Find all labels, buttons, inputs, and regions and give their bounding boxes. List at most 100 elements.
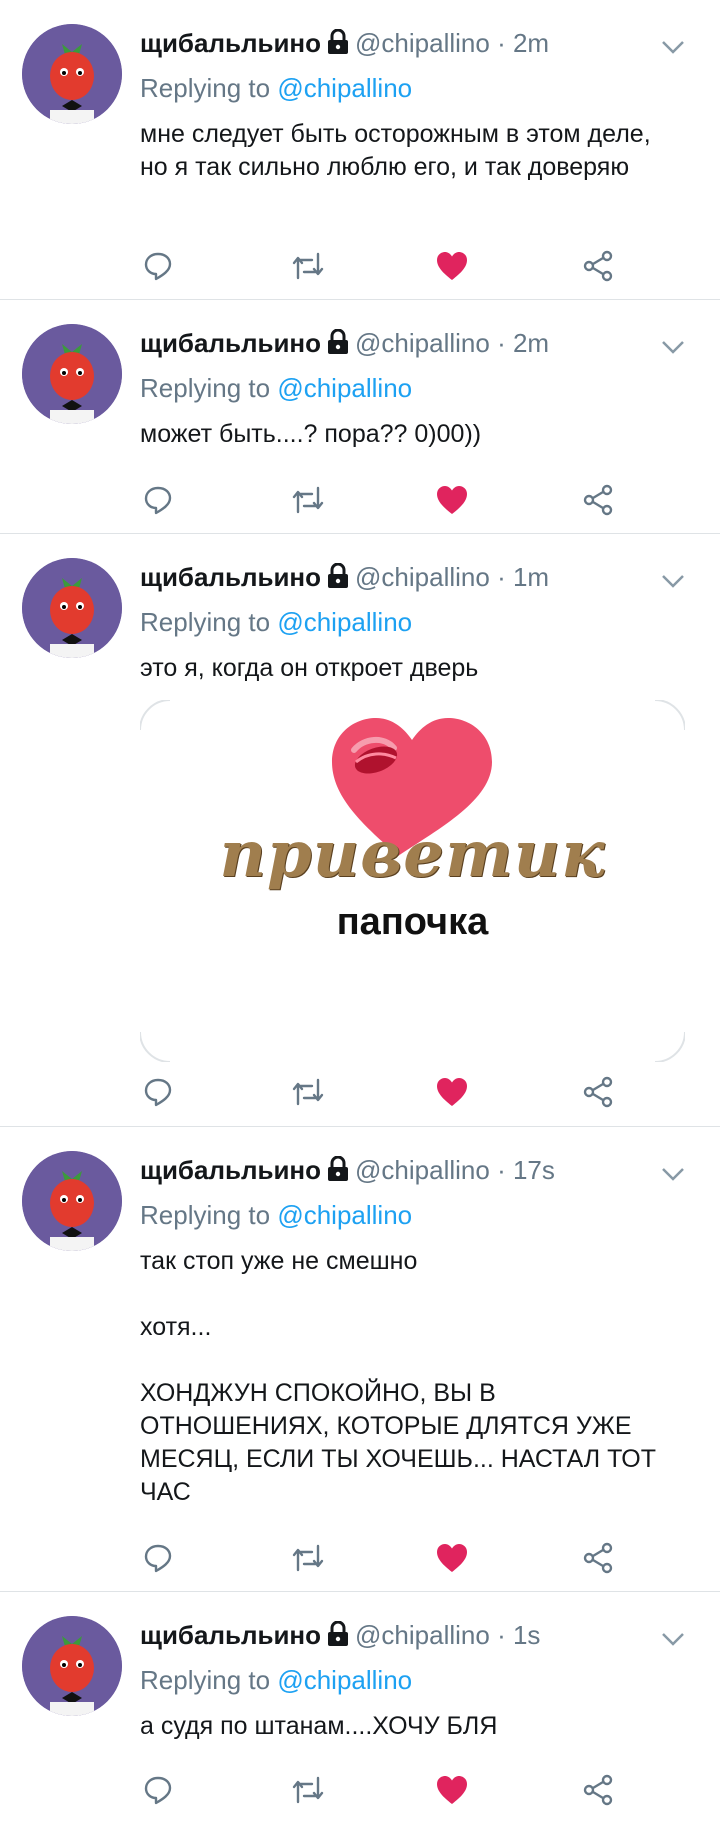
- replying-to: Replying to @chipallino: [140, 1199, 412, 1231]
- retweet-icon: [292, 1078, 324, 1106]
- retweet-button[interactable]: [288, 246, 328, 286]
- share-button[interactable]: [578, 1770, 618, 1810]
- avatar[interactable]: [22, 324, 122, 424]
- media-caption-line1: приветик: [219, 817, 606, 892]
- separator: ·: [497, 28, 506, 58]
- author-name[interactable]: щибальльино: [140, 1155, 321, 1185]
- reply-button[interactable]: [138, 1770, 178, 1810]
- tweet[interactable]: щибальльино @chipallino · 1s Replying to …: [0, 1592, 720, 1824]
- heart-icon: [437, 1776, 467, 1804]
- tweet[interactable]: щибальльино @chipallino · 1m Replying to …: [0, 534, 720, 1127]
- avatar[interactable]: [22, 1151, 122, 1251]
- tweet-header: щибальльино @chipallino · 1s: [140, 1619, 540, 1654]
- chevron-down-icon[interactable]: [660, 1165, 686, 1183]
- heart-icon: [437, 1544, 467, 1572]
- author-name[interactable]: щибальльино: [140, 28, 321, 58]
- tweet-text: может быть....? пора?? 0)00)): [140, 418, 680, 451]
- replying-prefix: Replying to: [140, 1665, 271, 1695]
- replying-to: Replying to @chipallino: [140, 372, 412, 404]
- separator: ·: [497, 1155, 506, 1185]
- tweet-text-line: хотя...: [140, 1313, 212, 1341]
- reply-button[interactable]: [138, 246, 178, 286]
- reply-button[interactable]: [138, 480, 178, 520]
- chevron-down-icon[interactable]: [660, 1630, 686, 1648]
- share-button[interactable]: [578, 1072, 618, 1112]
- tweet-header: щибальльино @chipallino · 2m: [140, 27, 549, 62]
- lock-icon: [327, 328, 349, 362]
- separator: ·: [497, 562, 506, 592]
- reply-mention-link[interactable]: @chipallino: [277, 373, 412, 403]
- share-button[interactable]: [578, 246, 618, 286]
- like-button[interactable]: [432, 1072, 472, 1112]
- timestamp[interactable]: 2m: [513, 28, 549, 58]
- like-button[interactable]: [432, 246, 472, 286]
- media-caption-line2: папочка: [336, 901, 489, 943]
- reply-button[interactable]: [138, 1538, 178, 1578]
- reply-mention-link[interactable]: @chipallino: [277, 1665, 412, 1695]
- heart-icon: [437, 252, 467, 280]
- tweet-text-line: это я, когда он откроет дверь: [140, 654, 479, 682]
- timestamp[interactable]: 2m: [513, 328, 549, 358]
- share-icon: [583, 484, 613, 516]
- replying-to: Replying to @chipallino: [140, 72, 412, 104]
- heart-icon: [437, 486, 467, 514]
- like-button[interactable]: [432, 480, 472, 520]
- lock-icon: [327, 562, 349, 596]
- author-handle[interactable]: @chipallino: [355, 328, 490, 358]
- author-name[interactable]: щибальльино: [140, 1620, 321, 1650]
- retweet-icon: [292, 1776, 324, 1804]
- like-button[interactable]: [432, 1770, 472, 1810]
- tweet-media-image[interactable]: приветик папочка: [140, 700, 685, 1062]
- replying-to: Replying to @chipallino: [140, 1664, 412, 1696]
- reply-icon: [144, 1776, 172, 1805]
- author-handle[interactable]: @chipallino: [355, 562, 490, 592]
- author-handle[interactable]: @chipallino: [355, 1620, 490, 1650]
- author-handle[interactable]: @chipallino: [355, 1155, 490, 1185]
- tweet-actions: [0, 246, 720, 286]
- timestamp[interactable]: 17s: [513, 1155, 555, 1185]
- tweet-actions: [0, 480, 720, 520]
- share-button[interactable]: [578, 1538, 618, 1578]
- replying-prefix: Replying to: [140, 607, 271, 637]
- share-icon: [583, 1542, 613, 1574]
- reply-button[interactable]: [138, 1072, 178, 1112]
- chevron-down-icon[interactable]: [660, 572, 686, 590]
- timestamp[interactable]: 1m: [513, 562, 549, 592]
- tweet-header: щибальльино @chipallino · 2m: [140, 327, 549, 362]
- tweet[interactable]: щибальльино @chipallino · 2m Replying to …: [0, 0, 720, 300]
- reply-mention-link[interactable]: @chipallino: [277, 1200, 412, 1230]
- like-button[interactable]: [432, 1538, 472, 1578]
- lock-icon: [327, 28, 349, 62]
- author-name[interactable]: щибальльино: [140, 328, 321, 358]
- retweet-button[interactable]: [288, 1538, 328, 1578]
- timestamp[interactable]: 1s: [513, 1620, 540, 1650]
- author-handle[interactable]: @chipallino: [355, 28, 490, 58]
- share-icon: [583, 1076, 613, 1108]
- retweet-button[interactable]: [288, 480, 328, 520]
- share-icon: [583, 250, 613, 282]
- reply-mention-link[interactable]: @chipallino: [277, 73, 412, 103]
- tweet[interactable]: щибальльино @chipallino · 2m Replying to …: [0, 300, 720, 534]
- avatar[interactable]: [22, 558, 122, 658]
- retweet-button[interactable]: [288, 1072, 328, 1112]
- reply-mention-link[interactable]: @chipallino: [277, 607, 412, 637]
- reply-icon: [144, 486, 172, 515]
- retweet-button[interactable]: [288, 1770, 328, 1810]
- tweet-text: мне следует быть осторожным в этом деле,…: [140, 118, 680, 184]
- chevron-down-icon[interactable]: [660, 338, 686, 356]
- avatar[interactable]: [22, 24, 122, 124]
- chevron-down-icon[interactable]: [660, 38, 686, 56]
- share-button[interactable]: [578, 480, 618, 520]
- author-name[interactable]: щибальльино: [140, 562, 321, 592]
- avatar[interactable]: [22, 1616, 122, 1716]
- tweet-text: а судя по штанам....ХОЧУ БЛЯ: [140, 1710, 680, 1743]
- tweet-actions: [0, 1072, 720, 1112]
- retweet-icon: [292, 1544, 324, 1572]
- separator: ·: [497, 328, 506, 358]
- tweet-text: так стоп уже не смешно хотя... ХОНДЖУН С…: [140, 1245, 680, 1509]
- reply-icon: [144, 1544, 172, 1573]
- replying-to: Replying to @chipallino: [140, 606, 412, 638]
- tweet-actions: [0, 1770, 720, 1810]
- tweet[interactable]: щибальльино @chipallino · 17s Replying to…: [0, 1127, 720, 1592]
- reply-icon: [144, 252, 172, 281]
